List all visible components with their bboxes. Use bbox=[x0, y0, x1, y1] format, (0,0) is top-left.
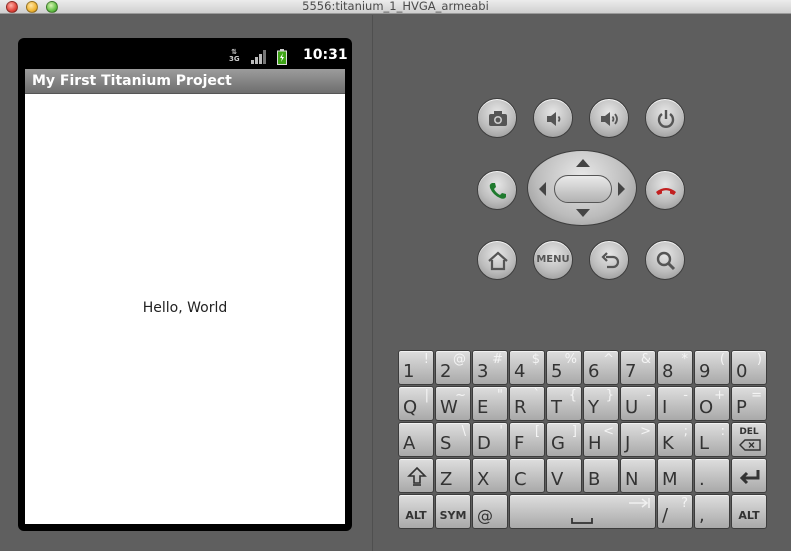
key-5[interactable]: 5% bbox=[546, 350, 582, 385]
key-9[interactable]: 9( bbox=[694, 350, 730, 385]
key-7[interactable]: 7 & bbox=[620, 350, 656, 385]
window-title: 5556:titanium_1_HVGA_armeabi bbox=[302, 0, 489, 13]
del-label: DEL bbox=[739, 427, 759, 437]
dpad-right-icon[interactable] bbox=[618, 182, 625, 196]
battery-charging-icon bbox=[277, 49, 287, 65]
end-call-button[interactable] bbox=[645, 170, 685, 210]
key-x[interactable]: X bbox=[472, 458, 508, 493]
key-w[interactable]: W ~ bbox=[435, 386, 471, 421]
key-i[interactable]: I- bbox=[657, 386, 693, 421]
volume-up-icon bbox=[601, 112, 618, 126]
key-6[interactable]: 6 ^ bbox=[583, 350, 619, 385]
android-status-bar: ⇅ 3G 10:31 bbox=[25, 45, 348, 69]
key-q[interactable]: Q | bbox=[398, 386, 434, 421]
key-b[interactable]: B bbox=[583, 458, 619, 493]
key-f[interactable]: F[ bbox=[509, 422, 545, 457]
key-1[interactable]: 1! bbox=[398, 350, 434, 385]
search-button[interactable] bbox=[645, 240, 685, 280]
status-clock: 10:31 bbox=[303, 47, 348, 63]
window-titlebar: 5556:titanium_1_HVGA_armeabi bbox=[0, 0, 791, 14]
key-c[interactable]: C bbox=[509, 458, 545, 493]
hardware-keyboard: 1! 2 @ 3 # 4 $ 5% 6 ^ 7 & 8 * 9( 0) Q | W ~ E " R… bbox=[396, 350, 768, 532]
key-0[interactable]: 0) bbox=[731, 350, 767, 385]
phone-green-icon bbox=[489, 183, 506, 199]
tab-icon bbox=[629, 498, 650, 508]
dpad[interactable] bbox=[527, 150, 637, 226]
app-title-bar: My First Titanium Project bbox=[25, 69, 345, 94]
phone-red-icon bbox=[656, 188, 676, 195]
key-y[interactable]: Y} bbox=[583, 386, 619, 421]
back-button[interactable] bbox=[589, 240, 629, 280]
key-alt-right[interactable]: ALT bbox=[731, 494, 767, 529]
key-g[interactable]: G] bbox=[546, 422, 582, 457]
key-j[interactable]: J > bbox=[620, 422, 656, 457]
dpad-up-icon[interactable] bbox=[576, 159, 590, 167]
key-r[interactable]: R ` bbox=[509, 386, 545, 421]
key-3[interactable]: 3 # bbox=[472, 350, 508, 385]
key-u[interactable]: U- bbox=[620, 386, 656, 421]
key-k[interactable]: K; bbox=[657, 422, 693, 457]
key-o[interactable]: O + bbox=[694, 386, 730, 421]
key-8[interactable]: 8 * bbox=[657, 350, 693, 385]
key-comma[interactable]: , bbox=[694, 494, 730, 529]
volume-up-button[interactable] bbox=[589, 98, 629, 138]
home-icon bbox=[488, 251, 508, 271]
enter-icon bbox=[739, 470, 760, 485]
key-del[interactable]: DEL bbox=[731, 422, 767, 457]
volume-down-icon bbox=[547, 112, 561, 126]
menu-label: MENU bbox=[536, 254, 570, 265]
key-l[interactable]: L: bbox=[694, 422, 730, 457]
emulator-window: 5556:titanium_1_HVGA_armeabi ⇅ 3G 10:31 M… bbox=[0, 0, 791, 551]
signal-strength-icon bbox=[251, 50, 266, 64]
key-t[interactable]: T{ bbox=[546, 386, 582, 421]
search-icon bbox=[656, 251, 676, 271]
dpad-down-icon[interactable] bbox=[576, 209, 590, 217]
power-button[interactable] bbox=[645, 98, 685, 138]
key-period[interactable]: . bbox=[694, 458, 730, 493]
key-enter[interactable] bbox=[731, 458, 767, 493]
call-button[interactable] bbox=[477, 170, 517, 210]
backspace-icon bbox=[739, 439, 761, 451]
key-slash[interactable]: /? bbox=[657, 494, 693, 529]
key-e[interactable]: E " bbox=[472, 386, 508, 421]
camera-icon bbox=[489, 111, 507, 126]
camera-button[interactable] bbox=[477, 98, 517, 138]
key-2[interactable]: 2 @ bbox=[435, 350, 471, 385]
home-button[interactable] bbox=[477, 240, 517, 280]
app-content: Hello, World bbox=[25, 94, 345, 524]
key-at[interactable]: @ bbox=[472, 494, 508, 529]
key-m[interactable]: M bbox=[657, 458, 693, 493]
menu-button[interactable]: MENU bbox=[533, 240, 573, 280]
key-space[interactable] bbox=[509, 494, 656, 529]
app-title: My First Titanium Project bbox=[32, 73, 232, 89]
dpad-center-button[interactable] bbox=[554, 175, 612, 203]
key-d[interactable]: D ' bbox=[472, 422, 508, 457]
key-h[interactable]: H < bbox=[583, 422, 619, 457]
key-p[interactable]: P = bbox=[731, 386, 767, 421]
space-icon bbox=[571, 518, 593, 524]
key-shift[interactable] bbox=[398, 458, 434, 493]
key-z[interactable]: Z bbox=[435, 458, 471, 493]
power-icon bbox=[657, 110, 675, 128]
data-network-icon: ⇅ 3G bbox=[229, 48, 240, 63]
key-n[interactable]: N bbox=[620, 458, 656, 493]
key-alt-left[interactable]: ALT bbox=[398, 494, 434, 529]
hello-label: Hello, World bbox=[142, 300, 228, 316]
key-v[interactable]: V bbox=[546, 458, 582, 493]
shift-icon bbox=[407, 466, 427, 486]
key-a[interactable]: A bbox=[398, 422, 434, 457]
key-sym[interactable]: SYM bbox=[435, 494, 471, 529]
key-4[interactable]: 4 $ bbox=[509, 350, 545, 385]
volume-down-button[interactable] bbox=[533, 98, 573, 138]
back-icon bbox=[601, 252, 620, 269]
dpad-left-icon[interactable] bbox=[539, 182, 546, 196]
key-s[interactable]: S \ bbox=[435, 422, 471, 457]
